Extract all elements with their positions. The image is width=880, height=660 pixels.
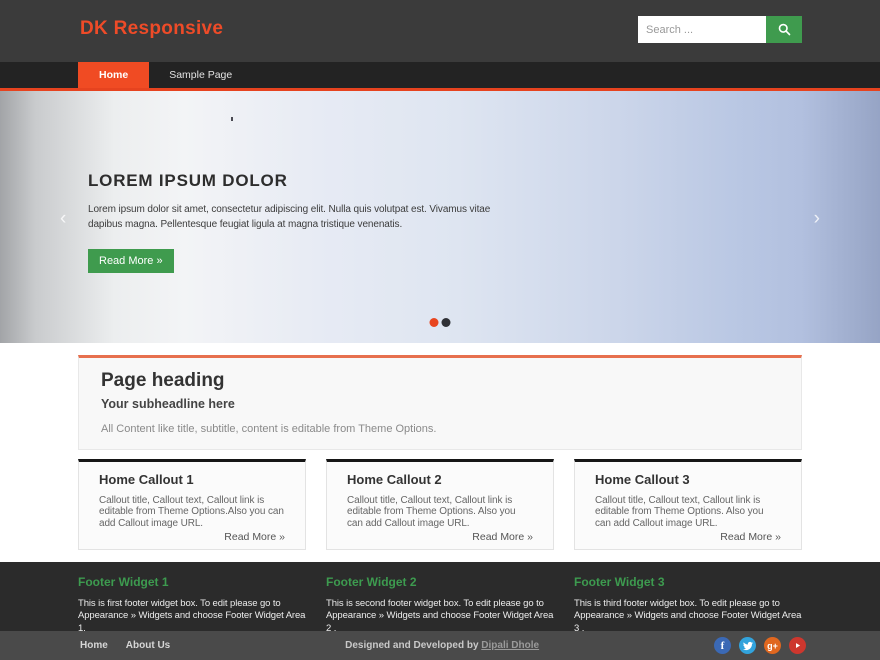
callout-text: Callout title, Callout text, Callout lin… [595,495,781,530]
callout-box-2: Home Callout 2 Callout title, Callout te… [326,459,554,550]
slider-prev-arrow-icon[interactable]: ‹ [60,209,66,228]
slider-next-arrow-icon[interactable]: › [814,209,820,228]
youtube-icon[interactable] [789,637,806,654]
site-logo[interactable]: DK Responsive [80,18,223,40]
slide-heading: LOREM IPSUM DOLOR [88,171,500,191]
hero-slider: ‹ › LOREM IPSUM DOLOR Lorem ipsum dolor … [0,88,880,343]
search-form [638,16,802,43]
footer-widget-3: Footer Widget 3 This is third footer wid… [574,575,802,631]
twitter-icon[interactable] [739,637,756,654]
callout-box-1: Home Callout 1 Callout title, Callout te… [78,459,306,550]
footer-widget-title: Footer Widget 2 [326,575,554,589]
callout-box-3: Home Callout 3 Callout title, Callout te… [574,459,802,550]
callout-text: Callout title, Callout text, Callout lin… [99,495,285,530]
slide-content: LOREM IPSUM DOLOR Lorem ipsum dolor sit … [88,171,500,273]
page-heading-box: Page heading Your subheadline here All C… [78,355,802,450]
callout-read-more-link[interactable]: Read More » [347,531,533,543]
footer-link-about-us[interactable]: About Us [126,640,170,651]
footer-nav: Home About Us [80,640,170,651]
credit-line: Designed and Developed by Dipali Dhole [170,640,714,651]
footer-widget-text: This is third footer widget box. To edit… [574,598,802,635]
footer-widget-1: Footer Widget 1 This is first footer wid… [78,575,306,631]
callout-read-more-link[interactable]: Read More » [595,531,781,543]
footer-bottom-bar: Home About Us Designed and Developed by … [0,631,880,660]
google-plus-icon[interactable]: g+ [764,637,781,654]
slider-dots [430,318,451,327]
page-note: All Content like title, subtitle, conten… [101,423,779,435]
callout-title: Home Callout 3 [595,472,781,487]
slide-text: Lorem ipsum dolor sit amet, consectetur … [88,203,500,232]
callout-title: Home Callout 1 [99,472,285,487]
page-title: Page heading [101,370,779,392]
callout-text: Callout title, Callout text, Callout lin… [347,495,533,530]
stray-mark [231,117,233,121]
footer-link-home[interactable]: Home [80,640,108,651]
search-button[interactable] [766,16,802,43]
nav-item-sample-page[interactable]: Sample Page [149,62,252,88]
search-icon [777,22,792,37]
facebook-icon[interactable]: f [714,637,731,654]
footer-widget-text: This is second footer widget box. To edi… [326,598,554,635]
footer-widgets: Footer Widget 1 This is first footer wid… [0,562,880,631]
social-links: f g+ [714,637,806,654]
callout-row: Home Callout 1 Callout title, Callout te… [78,459,802,550]
nav-item-home[interactable]: Home [78,62,149,88]
main-content: Page heading Your subheadline here All C… [0,343,880,562]
footer-widget-text: This is first footer widget box. To edit… [78,598,306,635]
slider-dot[interactable] [442,318,451,327]
credit-prefix: Designed and Developed by [345,640,481,651]
callout-read-more-link[interactable]: Read More » [99,531,285,543]
footer-widget-2: Footer Widget 2 This is second footer wi… [326,575,554,631]
search-input[interactable] [638,16,766,43]
credit-author-link[interactable]: Dipali Dhole [481,640,539,651]
main-nav: Home Sample Page [0,62,880,88]
slider-dot-active[interactable] [430,318,439,327]
callout-title: Home Callout 2 [347,472,533,487]
page-subheadline: Your subheadline here [101,397,779,411]
footer-widget-title: Footer Widget 3 [574,575,802,589]
footer-widget-title: Footer Widget 1 [78,575,306,589]
site-header: DK Responsive [0,0,880,62]
slide-read-more-button[interactable]: Read More » [88,249,174,273]
